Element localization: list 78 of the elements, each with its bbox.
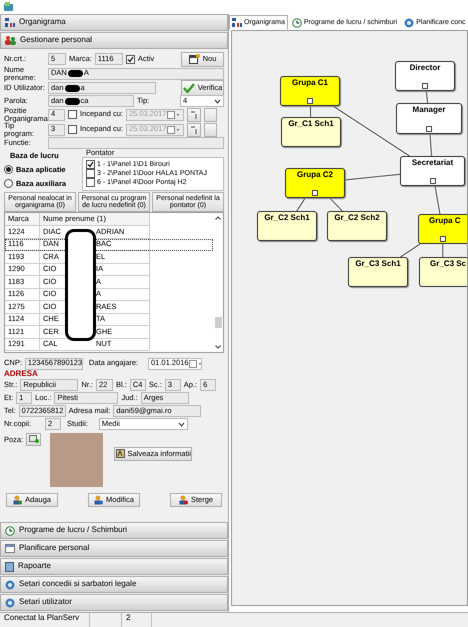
connector-line	[426, 90, 428, 104]
app-icon	[3, 1, 14, 12]
spin-button[interactable]	[186, 122, 201, 136]
add-image-icon	[28, 435, 39, 444]
checkbox[interactable]	[126, 54, 135, 64]
org-chart-node[interactable]: Gr_C3 Sc	[419, 257, 467, 287]
radio-button[interactable]	[4, 165, 13, 174]
edit-icon	[94, 494, 104, 505]
connector-line	[430, 134, 432, 156]
collapse-toggle[interactable]	[440, 236, 446, 242]
scrollbar-thumb[interactable]	[214, 317, 222, 328]
connector-line	[442, 244, 444, 258]
caret-icon	[178, 422, 185, 427]
scroll-down-icon	[215, 345, 221, 349]
org-chart-node[interactable]: Gr_C3 Sch1	[348, 257, 408, 287]
connector-line	[400, 244, 420, 258]
accordion-header[interactable]: Planificare personal	[0, 540, 228, 557]
checkbox[interactable]	[68, 110, 77, 119]
checkbox[interactable]	[86, 178, 95, 188]
connector-line	[296, 198, 306, 212]
status-text: 2	[122, 613, 152, 627]
accordion-header[interactable]: Setari utilizator	[0, 594, 228, 611]
accordion-header[interactable]: Programe de lucru / Schimburi	[0, 522, 228, 539]
org-chart-node[interactable]: Director	[395, 61, 455, 91]
checkmark-icon	[126, 56, 134, 62]
delete-user-icon	[178, 494, 188, 505]
org-chart-node[interactable]: Secretariat	[400, 156, 465, 186]
calendar-icon	[5, 544, 15, 553]
org-chart-node[interactable]: Gr_C2 Sch1	[257, 211, 317, 241]
org-chart-node[interactable]: Grupa C2	[285, 168, 345, 198]
org-chart-node[interactable]: Grupa C1	[280, 76, 340, 106]
checkbox[interactable]	[68, 125, 77, 134]
add-photo-button[interactable]	[26, 432, 42, 446]
org-chart-node[interactable]: Gr_C1 Sch1	[281, 117, 341, 147]
checkmark-icon	[87, 161, 94, 168]
collapse-toggle[interactable]	[422, 83, 428, 89]
new-document-icon	[188, 54, 200, 64]
tick-marks-icon	[190, 126, 197, 134]
org-chart-icon	[5, 18, 15, 27]
add-user-icon	[13, 494, 22, 505]
people-icon	[5, 36, 16, 45]
gear-icon	[404, 18, 414, 28]
connector-line	[344, 174, 400, 180]
collapse-toggle[interactable]	[307, 98, 313, 104]
scroll-up-icon	[215, 216, 221, 220]
tick-marks-icon	[190, 110, 197, 118]
redaction-mark	[68, 70, 83, 77]
accordion-header[interactable]: Rapoarte	[0, 558, 228, 575]
accordion-header[interactable]: Organigrama	[0, 14, 228, 31]
calendar-icon	[166, 126, 181, 134]
connector-line	[329, 198, 343, 212]
checkbox[interactable]	[86, 160, 95, 170]
collapse-toggle[interactable]	[430, 178, 436, 184]
redaction-mark	[64, 98, 80, 104]
org-chart-node[interactable]: Grupa C	[418, 214, 467, 244]
redaction-mark	[64, 84, 80, 92]
checkmark-icon	[182, 83, 195, 93]
spin-button[interactable]	[186, 108, 201, 122]
clock-icon	[292, 18, 302, 28]
collapse-toggle[interactable]	[426, 126, 432, 132]
org-chart-node[interactable]: Manager	[396, 103, 462, 134]
connector-line	[434, 186, 440, 214]
org-chart-node[interactable]: Gr_C2 Sch2	[327, 211, 387, 241]
org-chart-icon	[232, 18, 242, 27]
caret-icon	[214, 98, 221, 104]
clock-icon	[5, 526, 15, 536]
calendar-icon	[166, 110, 181, 118]
radio-button[interactable]	[4, 179, 13, 188]
accordion-header[interactable]: Setari concedii si sarbatori legale	[0, 576, 228, 593]
calendar-icon	[188, 360, 203, 368]
collapse-toggle[interactable]	[312, 190, 318, 196]
section-title: ADRESA	[4, 370, 39, 379]
photo-placeholder	[50, 432, 104, 487]
input-field[interactable]	[48, 137, 224, 149]
status-text: Conectat la PlanServ	[0, 613, 90, 627]
accordion-header[interactable]: Gestionare personal	[0, 32, 228, 49]
checkbox[interactable]	[86, 169, 95, 178]
connector-line	[310, 106, 312, 118]
